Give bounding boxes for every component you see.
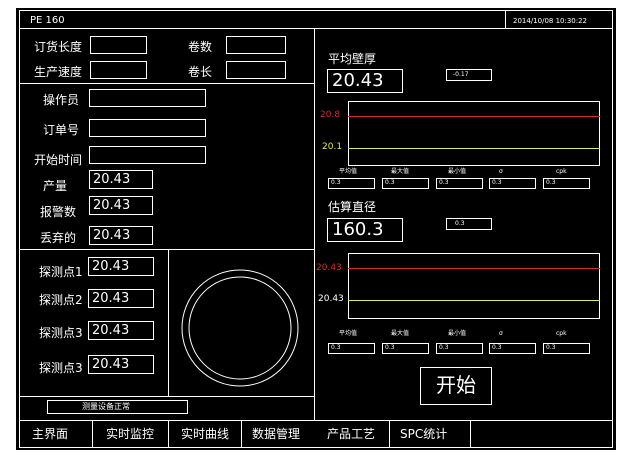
discarded-value: 20.43: [89, 226, 153, 245]
production-speed-input[interactable]: [90, 61, 147, 79]
wall-value: 20.43: [332, 70, 384, 91]
start-time-input[interactable]: [89, 146, 206, 164]
output-label: 产量: [43, 179, 68, 193]
pipe-cross-section: [181, 269, 299, 387]
probe-3-value: 20.43: [88, 321, 154, 340]
diameter-title: 估算直径: [328, 200, 377, 214]
wall-stat-sigma: 0.3: [489, 178, 536, 189]
operator-label: 操作员: [43, 93, 80, 107]
wall-stat-mean: 0.3: [328, 178, 375, 189]
diameter-stat-label-max: 最大值: [391, 330, 410, 337]
left-column-divider: [314, 28, 315, 420]
wall-upper-label: 20.8: [320, 110, 341, 120]
alarm-count-label: 报警数: [40, 205, 77, 219]
wall-lower-label: 20.1: [322, 142, 343, 152]
diameter-stat-cpk: 0.3: [543, 343, 590, 354]
diameter-stat-min: 0.3: [436, 343, 483, 354]
diameter-stat-label-mean: 平均值: [339, 330, 358, 337]
discarded-label: 丢弃的: [40, 231, 77, 245]
nav-product-process[interactable]: 产品工艺: [327, 427, 375, 441]
start-time-label: 开始时间: [34, 153, 83, 167]
left-divider-1: [19, 83, 314, 84]
wall-lower-line: [348, 148, 600, 149]
diameter-stat-mean: 0.3: [328, 343, 375, 354]
nav-main[interactable]: 主界面: [32, 427, 68, 441]
wall-stat-label-min: 最小值: [448, 168, 467, 175]
nav-sep-4: [389, 420, 390, 448]
nav-sep-3: [241, 420, 242, 448]
header-divider: [19, 28, 613, 29]
diameter-stat-sigma: 0.3: [489, 343, 536, 354]
probe-3-label: 探测点3: [39, 326, 83, 340]
diameter-value: 160.3: [332, 219, 384, 240]
probe-4-value: 20.43: [88, 355, 154, 374]
nav-realtime-curve[interactable]: 实时曲线: [181, 427, 229, 441]
wall-stat-cpk: 0.3: [543, 178, 590, 189]
diameter-upper-line: [348, 268, 600, 269]
wall-stat-max: 0.3: [382, 178, 429, 189]
diameter-lower-line: [348, 300, 600, 301]
probe-1-label: 探测点1: [39, 265, 83, 279]
nav-realtime-monitor[interactable]: 实时监控: [106, 427, 154, 441]
probe-1-value: 20.43: [88, 257, 154, 276]
probe-2-label: 探测点2: [39, 293, 83, 307]
wall-stat-label-max: 最大值: [391, 168, 410, 175]
diameter-stat-label-sigma: σ: [499, 330, 503, 337]
wall-stat-min: 0.3: [436, 178, 483, 189]
operator-input[interactable]: [89, 89, 206, 107]
nav-sep-1: [92, 420, 93, 448]
probe-4-label: 探测点3: [39, 361, 83, 375]
alarm-count-value: 20.43: [89, 196, 153, 215]
wall-title: 平均壁厚: [328, 52, 377, 66]
diameter-stat-label-cpk: cpk: [556, 330, 567, 337]
diameter-stat-max: 0.3: [382, 343, 429, 354]
coil-count-label: 卷数: [188, 40, 213, 54]
output-value: 20.43: [89, 170, 153, 189]
nav-spc-statistics[interactable]: SPC统计: [400, 427, 447, 441]
diameter-chart: [348, 253, 600, 319]
wall-delta: -0.17: [446, 69, 492, 81]
hmi-screen: PE 160 2014/10/08 10:30:22 订货长度 卷数 生产速度 …: [16, 8, 616, 450]
diameter-delta: 0.3: [446, 218, 492, 230]
order-length-input[interactable]: [90, 36, 147, 54]
diameter-stat-label-min: 最小值: [448, 330, 467, 337]
diameter-upper-label: 20.43: [316, 263, 342, 273]
coil-length-input[interactable]: [226, 61, 286, 79]
diameter-lower-label: 20.43: [318, 294, 344, 304]
header-time-divider: [505, 10, 506, 28]
probe-2-value: 20.43: [88, 289, 154, 308]
pipe-inner-ring: [188, 276, 292, 380]
nav-sep-2: [168, 420, 169, 448]
order-length-label: 订货长度: [34, 40, 83, 54]
nav-sep-5: [470, 420, 471, 448]
wall-stat-label-cpk: cpk: [556, 168, 567, 175]
left-divider-3: [19, 396, 314, 397]
wall-upper-line: [348, 116, 600, 117]
nav-divider: [19, 420, 613, 421]
status-text: 测量设备正常: [82, 402, 130, 411]
coil-count-input[interactable]: [226, 36, 286, 54]
wall-stat-label-sigma: σ: [499, 168, 503, 175]
wall-stat-label-mean: 平均值: [339, 168, 358, 175]
coil-length-label: 卷长: [188, 65, 213, 79]
production-speed-label: 生产速度: [34, 65, 83, 79]
product-title: PE 160: [30, 15, 65, 26]
nav-data-management[interactable]: 数据管理: [252, 427, 300, 441]
start-button[interactable]: 开始: [420, 367, 492, 405]
pipe-outer-ring: [181, 269, 299, 387]
wall-chart: [348, 101, 600, 166]
datetime: 2014/10/08 10:30:22: [513, 17, 588, 25]
order-no-input[interactable]: [89, 119, 206, 137]
order-no-label: 订单号: [43, 123, 80, 137]
